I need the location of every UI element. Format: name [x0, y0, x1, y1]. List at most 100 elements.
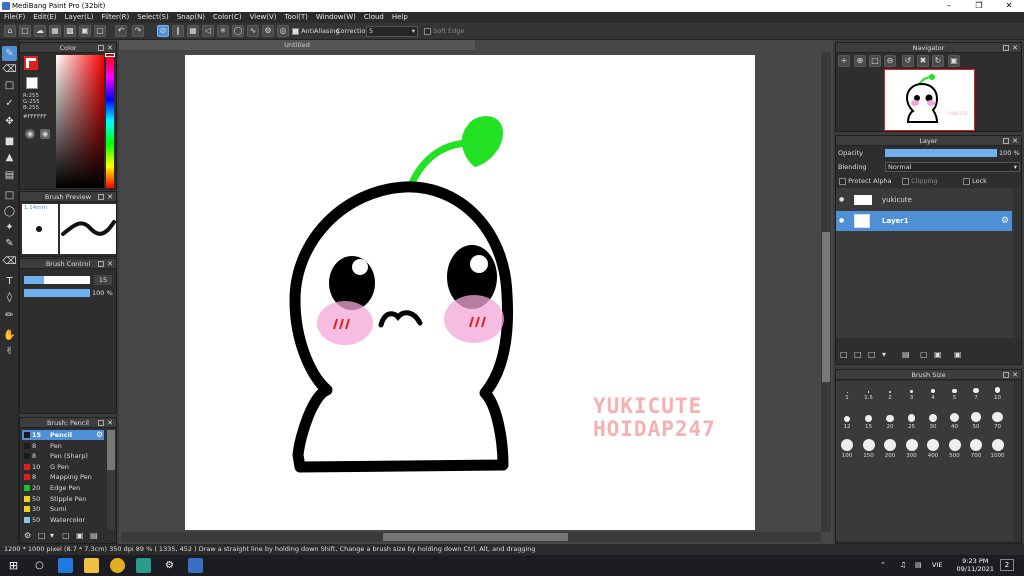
edge-icon[interactable] [58, 558, 73, 573]
close-icon[interactable]: ✕ [1012, 43, 1018, 53]
close-icon[interactable]: ✕ [107, 43, 113, 53]
horizontal-scrollbar[interactable] [121, 532, 821, 542]
brush-size-scrollbar[interactable] [1015, 381, 1021, 541]
close-icon[interactable]: ✕ [107, 192, 113, 202]
antialias-checkbox[interactable] [292, 27, 299, 35]
saturation-value-picker[interactable] [56, 55, 104, 188]
brush-tool-icon[interactable]: ✎ [2, 46, 17, 61]
merge-layer-icon[interactable]: ▣ [934, 350, 942, 359]
search-icon[interactable]: ○ [32, 558, 47, 573]
brush-list-item[interactable]: 50 Stipple Pen [22, 494, 104, 504]
correction-select[interactable]: 5 ▾ [366, 26, 418, 37]
fill-tool-icon[interactable]: ▲ [2, 150, 17, 165]
minimize-button[interactable]: – [934, 0, 964, 12]
text-tool-icon[interactable]: T [2, 274, 17, 289]
dock-icon[interactable] [98, 194, 104, 200]
brush-size-option[interactable]: 30 [923, 412, 943, 430]
hue-handle[interactable] [105, 53, 115, 57]
snap-curve-icon[interactable]: ∿ [247, 25, 259, 37]
menu-cloud[interactable]: Cloud [360, 12, 388, 23]
volume-icon[interactable]: ♫ [900, 561, 906, 569]
dock-icon[interactable] [1003, 138, 1009, 144]
close-icon[interactable]: ✕ [1012, 370, 1018, 380]
protect-alpha-checkbox[interactable] [839, 177, 846, 185]
fit-icon[interactable]: □ [869, 55, 881, 67]
vertical-scrollbar[interactable] [821, 52, 831, 532]
snap-off-icon[interactable]: ⊘ [157, 25, 169, 37]
dot-tool-icon[interactable]: □ [2, 78, 17, 93]
brush-size-option[interactable]: 150 [859, 439, 879, 459]
check-tool-icon[interactable]: ✓ [2, 96, 17, 111]
duplicate-brush-icon[interactable]: ▢ [62, 531, 70, 540]
chrome-icon[interactable] [110, 558, 125, 573]
close-icon[interactable]: ✕ [1012, 136, 1018, 146]
reset-view-icon[interactable]: ✖ [917, 55, 929, 67]
blending-select[interactable]: Normal ▾ [885, 162, 1020, 172]
duplicate-layer-icon[interactable]: ▢ [920, 350, 928, 359]
dock-icon[interactable] [98, 420, 104, 426]
lock-checkbox[interactable] [963, 177, 970, 185]
brush-settings-icon[interactable]: ⚙ [96, 430, 103, 440]
brush-size-option[interactable]: 1.5 [859, 385, 879, 401]
hand-tool-icon[interactable]: ✌ [2, 344, 17, 359]
snap-radial-icon[interactable]: ✳ [217, 25, 229, 37]
menu-snap[interactable]: Snap(N) [173, 12, 209, 23]
drawing-canvas[interactable]: YUKICUTE HOIDAP247 [185, 55, 755, 530]
panel-tool-icon[interactable]: ◊ [2, 290, 17, 305]
brush-size-option[interactable]: 1000 [988, 439, 1008, 459]
magic-wand-icon[interactable]: ✦ [2, 220, 17, 235]
app-taskbar-icon[interactable] [188, 558, 203, 573]
layer-scrollbar[interactable] [1013, 188, 1021, 338]
brush-size-option[interactable]: 70 [988, 411, 1008, 430]
transform-icon[interactable]: ▢ [94, 25, 106, 37]
hue-slider[interactable] [106, 55, 114, 188]
camera-icon[interactable]: ▣ [79, 25, 91, 37]
brush-size-option[interactable]: 1 [837, 385, 857, 401]
dock-icon[interactable] [1003, 45, 1009, 51]
brush-list-item[interactable]: 8 Pen [22, 441, 104, 451]
lasso-tool-icon[interactable]: ◯ [2, 204, 17, 219]
network-icon[interactable]: ▤ [915, 561, 922, 569]
snap-circle-icon[interactable]: ◯ [232, 25, 244, 37]
brush-size-option[interactable]: 50 [966, 412, 986, 430]
menu-file[interactable]: File(F) [0, 12, 29, 23]
visibility-eye-icon[interactable]: ● [839, 190, 844, 210]
layer-settings-icon[interactable]: ⚙ [1001, 211, 1009, 231]
eraser-tool-icon[interactable]: ⌫ [2, 62, 17, 77]
brush-list-item[interactable]: 15 Pencil ⚙ [22, 430, 104, 440]
menu-color[interactable]: Color(C) [209, 12, 246, 23]
tray-chevron-icon[interactable]: ⌃ [880, 561, 886, 569]
layer-opacity-slider[interactable] [885, 149, 997, 157]
folder-icon[interactable]: ▤ [902, 350, 910, 359]
brush-size-option[interactable]: 5 [945, 385, 965, 401]
menu-select[interactable]: Select(S) [133, 12, 173, 23]
snap-cross-icon[interactable]: ▦ [187, 25, 199, 37]
brush-size-option[interactable]: 15 [859, 412, 879, 430]
visibility-eye-icon[interactable]: ● [839, 211, 844, 231]
brush-size-option[interactable]: 12 [837, 412, 857, 430]
zoom-out-icon[interactable]: ⊖ [884, 55, 896, 67]
clipping-checkbox[interactable] [902, 177, 909, 185]
brush-size-option[interactable]: 400 [923, 439, 943, 459]
medibang-taskbar-icon[interactable] [136, 558, 151, 573]
redo-icon[interactable]: ↷ [132, 25, 144, 37]
brush-size-option[interactable]: 300 [902, 439, 922, 459]
brush-list-item[interactable]: 10 G Pen [22, 462, 104, 472]
hand-scroll-icon[interactable]: ✋ [2, 328, 17, 343]
brush-list-scrollbar[interactable] [107, 430, 115, 530]
brush-size-option[interactable]: 500 [945, 439, 965, 459]
maximize-button[interactable]: ❐ [964, 0, 994, 12]
scroll-thumb[interactable] [107, 430, 115, 470]
notification-icon[interactable]: 2 [1000, 559, 1014, 571]
language-indicator[interactable]: VIE [932, 561, 942, 569]
undo-icon[interactable]: ↶ [115, 25, 127, 37]
clock[interactable]: 9:23 PM 09/11/2021 [957, 557, 994, 573]
snap-settings-icon[interactable]: ⚙ [262, 25, 274, 37]
menu-window[interactable]: Window(W) [312, 12, 360, 23]
brush-size-option[interactable]: 3 [902, 385, 922, 401]
new-layer-2-icon[interactable]: □ [854, 350, 862, 359]
select-pen-icon[interactable]: ✎ [2, 236, 17, 251]
zoom-in-2-icon[interactable]: ⊕ [854, 55, 866, 67]
brush-size-option[interactable]: 100 [837, 439, 857, 459]
close-icon[interactable]: ✕ [107, 418, 113, 428]
